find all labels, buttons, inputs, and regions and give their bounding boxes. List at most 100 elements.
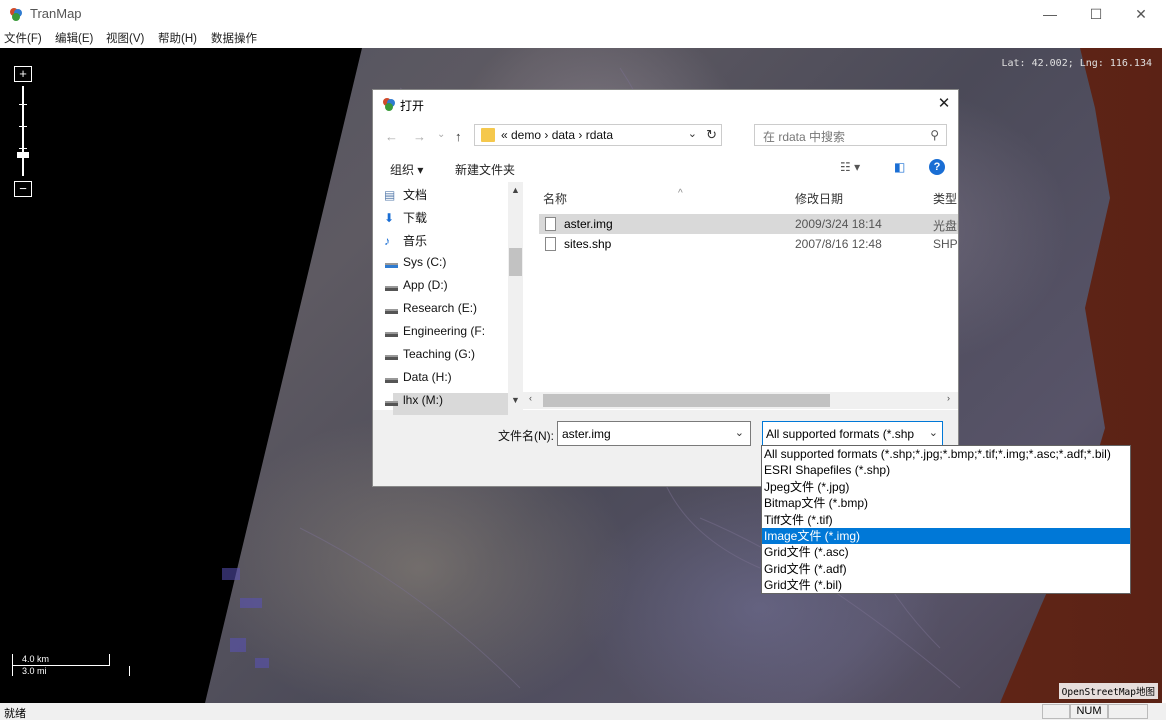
- map-attribution: OpenStreetMap地图: [1058, 683, 1158, 699]
- zoom-slider-track[interactable]: [22, 86, 24, 176]
- scroll-left-icon[interactable]: ‹: [529, 393, 532, 403]
- nav-item-drive-g[interactable]: Teaching (G:): [385, 347, 475, 369]
- status-num: NUM: [1070, 704, 1108, 719]
- menu-help[interactable]: 帮助(H): [158, 30, 197, 46]
- zoom-out-button[interactable]: −: [14, 181, 32, 197]
- image-file-icon: [545, 217, 556, 231]
- open-file-dialog: 打开 ✕ ← → ⌄ ↑ « demo › data › rdata ⌄ ↻ 在…: [372, 89, 959, 487]
- organize-button[interactable]: 组织 ▾: [390, 161, 423, 178]
- menu-data-ops[interactable]: 数据操作: [211, 30, 257, 46]
- scroll-right-icon[interactable]: ›: [947, 393, 950, 403]
- file-type-option[interactable]: Tiff文件 (*.tif): [762, 512, 1130, 528]
- scroll-up-icon[interactable]: ▲: [511, 185, 520, 195]
- file-type-option[interactable]: Image文件 (*.img): [762, 528, 1130, 544]
- scale-bar: 4.0 km 3.0 mi: [12, 654, 132, 678]
- file-type-option[interactable]: ESRI Shapefiles (*.shp): [762, 462, 1130, 478]
- address-bar[interactable]: « demo › data › rdata ⌄ ↻: [474, 124, 722, 146]
- search-icon: ⚲: [930, 128, 939, 142]
- scale-km-label: 4.0 km: [22, 654, 50, 664]
- file-date: 2009/3/24 18:14: [795, 217, 882, 231]
- file-type-dropdown-list: All supported formats (*.shp;*.jpg;*.bmp…: [761, 445, 1131, 594]
- zoom-tick: [19, 126, 27, 127]
- chevron-down-icon[interactable]: ⌄: [929, 426, 938, 439]
- nav-item-downloads[interactable]: ⬇ 下载: [384, 209, 427, 231]
- nav-item-drive-e[interactable]: Research (E:): [385, 301, 477, 323]
- zoom-slider-thumb[interactable]: [17, 152, 29, 159]
- file-type-option[interactable]: Jpeg文件 (*.jpg): [762, 479, 1130, 495]
- dialog-command-bar: 组织 ▾ 新建文件夹 ☷ ▾ ◧ ?: [373, 154, 958, 182]
- dialog-titlebar: 打开 ✕: [373, 90, 958, 118]
- preview-pane-icon[interactable]: ◧: [894, 160, 905, 174]
- file-type-option[interactable]: Bitmap文件 (*.bmp): [762, 495, 1130, 511]
- file-type-option[interactable]: Grid文件 (*.adf): [762, 561, 1130, 577]
- recent-locations-icon[interactable]: ⌄: [437, 129, 445, 140]
- refresh-icon[interactable]: ↻: [706, 127, 717, 143]
- column-header-date[interactable]: 修改日期: [795, 190, 843, 207]
- drive-icon: [385, 355, 398, 360]
- app-titlebar: TranMap — ☐ ✕: [0, 0, 1166, 28]
- nav-item-label: App (D:): [403, 278, 448, 292]
- nav-item-label: Sys (C:): [403, 255, 447, 269]
- chevron-down-icon[interactable]: ⌄: [688, 127, 697, 140]
- close-button[interactable]: ✕: [1118, 0, 1164, 28]
- nav-item-drive-m[interactable]: lhx (M:): [385, 393, 508, 415]
- chevron-down-icon[interactable]: ⌄: [735, 426, 744, 439]
- new-folder-button[interactable]: 新建文件夹: [455, 161, 515, 178]
- file-type: 光盘映: [933, 219, 958, 233]
- nav-item-drive-c[interactable]: Sys (C:): [385, 255, 447, 277]
- file-row[interactable]: aster.img 2009/3/24 18:14 光盘映: [539, 214, 958, 234]
- file-type-option[interactable]: Grid文件 (*.asc): [762, 544, 1130, 560]
- menu-edit[interactable]: 编辑(E): [55, 30, 93, 46]
- dialog-nav-row: ← → ⌄ ↑ « demo › data › rdata ⌄ ↻ 在 rdat…: [373, 118, 958, 154]
- nav-item-drive-d[interactable]: App (D:): [385, 278, 448, 300]
- column-header-type[interactable]: 类型: [933, 190, 958, 207]
- breadcrumb[interactable]: « demo › data › rdata: [501, 128, 613, 142]
- file-type-option[interactable]: Grid文件 (*.bil): [762, 577, 1130, 593]
- dialog-close-button[interactable]: ✕: [934, 94, 954, 114]
- filename-input[interactable]: aster.img ⌄: [557, 421, 751, 446]
- file-type-option[interactable]: All supported formats (*.shp;*.jpg;*.bmp…: [762, 446, 1130, 462]
- navigation-pane: ▤ 文档 ⬇ 下载 ♪ 音乐 Sys (C:) App (D:) Researc…: [373, 182, 523, 415]
- column-header-name[interactable]: 名称 ^: [543, 188, 683, 207]
- forward-arrow-icon[interactable]: →: [413, 129, 426, 144]
- zoom-control: + −: [14, 66, 32, 198]
- view-options-icon[interactable]: ☷ ▾: [840, 160, 860, 174]
- file-list-hscrollbar[interactable]: ‹ ›: [523, 392, 958, 409]
- nav-item-label: Engineering (F:: [403, 324, 486, 338]
- nav-item-label: Data (H:): [403, 370, 452, 384]
- up-arrow-icon[interactable]: ↑: [455, 129, 462, 144]
- search-placeholder: 在 rdata 中搜索: [763, 130, 846, 144]
- nav-item-drive-h[interactable]: Data (H:): [385, 370, 452, 392]
- filename-value: aster.img: [562, 427, 611, 441]
- scroll-down-icon[interactable]: ▼: [511, 395, 520, 405]
- file-date: 2007/8/16 12:48: [795, 237, 882, 251]
- scrollbar-thumb[interactable]: [543, 394, 830, 407]
- file-icon: [545, 237, 556, 251]
- nav-item-documents[interactable]: ▤ 文档: [384, 186, 427, 208]
- system-drive-icon: [385, 263, 398, 268]
- nav-item-music[interactable]: ♪ 音乐: [384, 232, 428, 254]
- app-icon: [383, 98, 395, 111]
- file-row[interactable]: sites.shp 2007/8/16 12:48 SHP: [539, 234, 958, 254]
- file-type-value: All supported formats (*.shp: [766, 427, 915, 441]
- help-icon[interactable]: ?: [929, 159, 945, 175]
- scrollbar-thumb[interactable]: [509, 248, 522, 276]
- search-input[interactable]: 在 rdata 中搜索 ⚲: [754, 124, 947, 146]
- drive-icon: [385, 401, 398, 406]
- zoom-in-button[interactable]: +: [14, 66, 32, 82]
- nav-item-label: 音乐: [403, 234, 428, 248]
- menu-file[interactable]: 文件(F): [4, 30, 42, 46]
- status-text: 就绪: [4, 708, 26, 720]
- nav-pane-scrollbar[interactable]: ▲ ▼: [508, 182, 523, 410]
- status-cell-empty: [1108, 704, 1148, 719]
- download-icon: ⬇: [384, 211, 395, 225]
- minimize-button[interactable]: —: [1027, 0, 1073, 28]
- nav-item-drive-f[interactable]: Engineering (F:: [385, 324, 486, 346]
- back-arrow-icon[interactable]: ←: [385, 129, 398, 144]
- maximize-button[interactable]: ☐: [1073, 0, 1119, 28]
- menu-view[interactable]: 视图(V): [106, 30, 144, 46]
- file-type-select[interactable]: All supported formats (*.shp ⌄: [762, 421, 943, 446]
- column-label: 名称: [543, 192, 568, 206]
- drive-icon: [385, 378, 398, 383]
- drive-icon: [385, 286, 398, 291]
